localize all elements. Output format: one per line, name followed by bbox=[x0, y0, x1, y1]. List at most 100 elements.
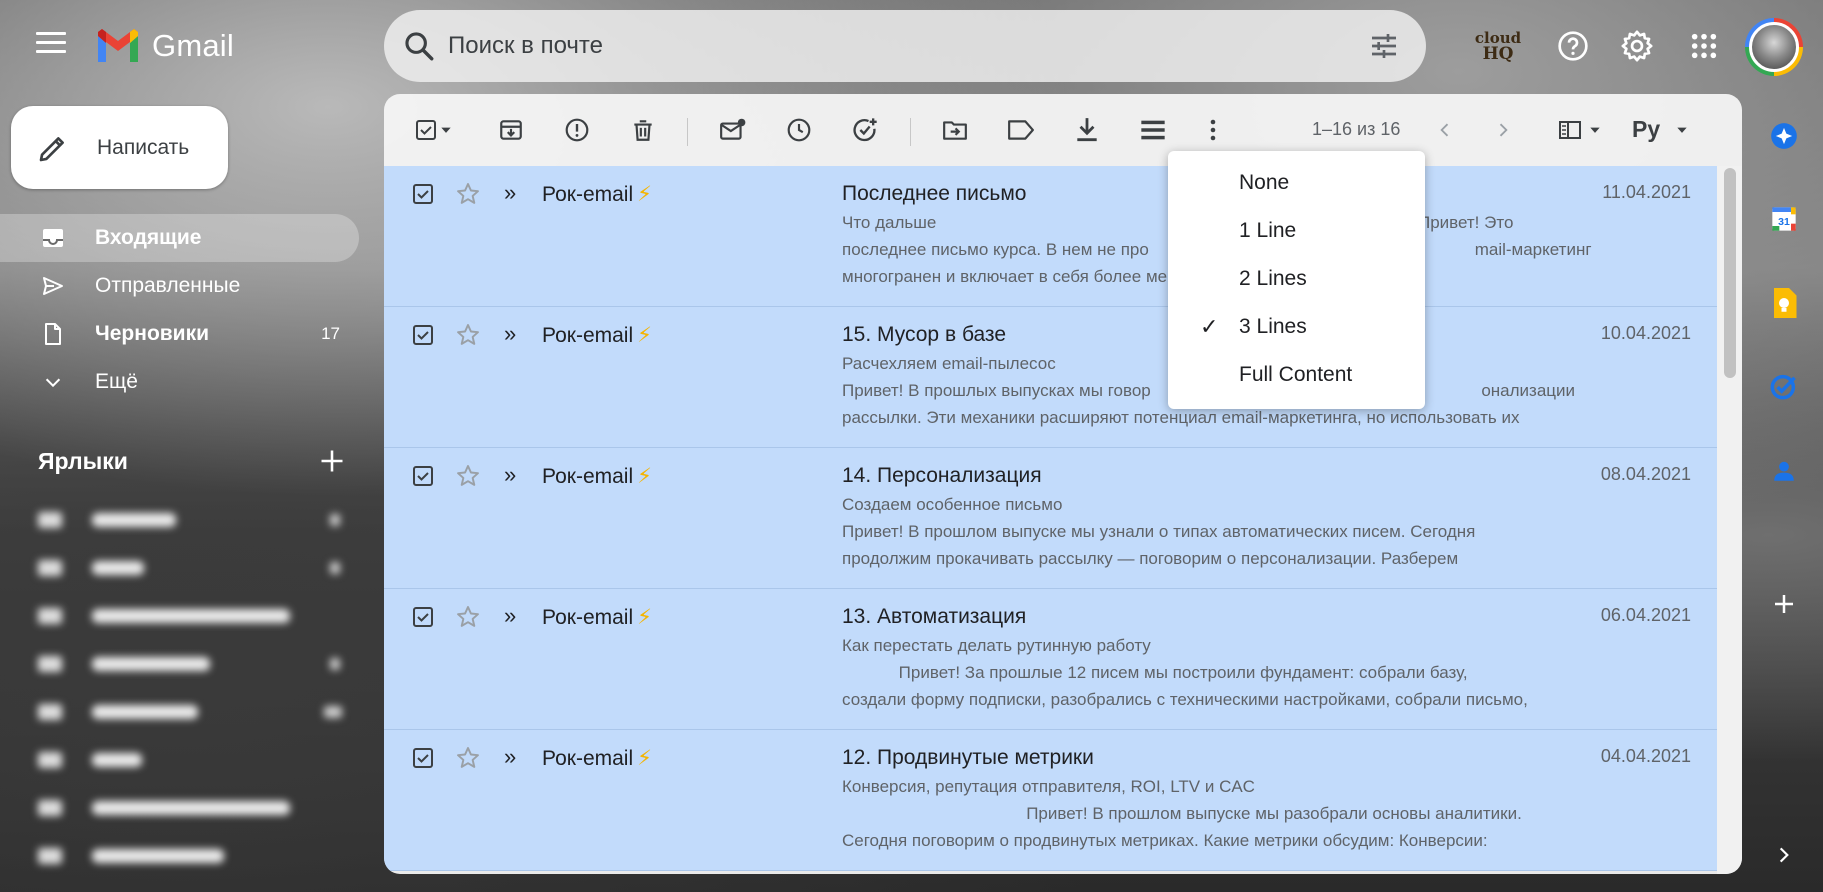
cloudhq-line2: HQ bbox=[1482, 44, 1514, 64]
sidebar-item-more[interactable]: Ещё bbox=[0, 358, 360, 406]
get-addons-button[interactable] bbox=[1768, 588, 1800, 620]
help-icon bbox=[1558, 31, 1588, 61]
gmail-logo[interactable]: Gmail bbox=[94, 28, 234, 64]
sidebar-label-item[interactable] bbox=[38, 553, 340, 583]
importance-marker-icon[interactable]: » bbox=[504, 321, 516, 347]
snippet-text: Что дальше bbox=[842, 213, 937, 232]
mark-unread-button[interactable] bbox=[715, 112, 751, 148]
scrollbar[interactable] bbox=[1717, 166, 1742, 874]
clock-icon bbox=[787, 118, 811, 142]
density-option-none[interactable]: None bbox=[1168, 159, 1425, 207]
add-task-icon bbox=[853, 118, 877, 142]
show-side-panel-button[interactable] bbox=[1768, 839, 1800, 871]
main-menu-button[interactable] bbox=[36, 32, 66, 54]
email-date: 04.04.2021 bbox=[1600, 746, 1691, 766]
add-to-tasks-button[interactable] bbox=[847, 112, 883, 148]
settings-button[interactable] bbox=[1617, 18, 1657, 74]
scrollbar-thumb[interactable] bbox=[1724, 168, 1736, 378]
sidebar-item-drafts[interactable]: Черновики 17 bbox=[0, 310, 360, 358]
keep-side-button[interactable] bbox=[1768, 287, 1800, 319]
label-text bbox=[92, 753, 142, 767]
label-icon bbox=[38, 800, 62, 816]
tasks-icon bbox=[1770, 374, 1796, 400]
delete-button[interactable] bbox=[625, 112, 661, 148]
snippet-text: Создаем особенное письмо bbox=[842, 495, 1063, 514]
sidebar-item-inbox[interactable]: Входящие bbox=[0, 214, 359, 262]
email-sender: Рок-email ⚡ bbox=[542, 746, 652, 771]
sender-name: Рок-email bbox=[542, 747, 634, 770]
search-options-icon[interactable] bbox=[1368, 30, 1400, 62]
email-date: 10.04.2021 bbox=[1600, 323, 1691, 343]
move-to-button[interactable] bbox=[937, 112, 973, 148]
input-language-button[interactable]: Ру bbox=[1632, 116, 1689, 143]
labels-button[interactable] bbox=[1003, 112, 1039, 148]
report-spam-button[interactable] bbox=[559, 112, 595, 148]
help-button[interactable] bbox=[1553, 18, 1593, 74]
email-row[interactable]: » Рок-email ⚡ 15. Мусор в базе Расчехляем em… bbox=[384, 307, 1717, 448]
snooze-button[interactable] bbox=[781, 112, 817, 148]
account-avatar[interactable] bbox=[1745, 18, 1803, 76]
importance-marker-icon[interactable]: » bbox=[504, 603, 516, 629]
density-option-3-lines[interactable]: ✓ 3 Lines bbox=[1168, 303, 1425, 351]
contacts-icon bbox=[1774, 461, 1794, 481]
calendar-icon: 31 bbox=[1772, 207, 1796, 231]
star-icon[interactable] bbox=[455, 463, 481, 489]
sidebar-item-sent[interactable]: Отправленные bbox=[0, 262, 360, 310]
sidebar-item-label: Ещё bbox=[95, 370, 138, 393]
star-icon[interactable] bbox=[455, 745, 481, 771]
density-option-2-lines[interactable]: 2 Lines bbox=[1168, 255, 1425, 303]
checkmark-icon: ✓ bbox=[1200, 314, 1219, 339]
trash-icon bbox=[634, 120, 652, 141]
star-icon[interactable] bbox=[455, 181, 481, 207]
row-checkbox-icon[interactable] bbox=[411, 323, 435, 347]
cloudhq-button[interactable]: cloud HQ bbox=[1472, 18, 1524, 74]
sidebar-label-item[interactable] bbox=[38, 745, 142, 775]
sidebar-label-item[interactable] bbox=[38, 601, 290, 631]
row-checkbox-icon[interactable] bbox=[411, 464, 435, 488]
importance-marker-icon[interactable]: » bbox=[504, 462, 516, 488]
sidebar-label-item[interactable] bbox=[38, 697, 342, 727]
email-snippet-line-2: Привет! В прошлом выпуске мы разобрали о… bbox=[842, 804, 1522, 823]
gmail-wordmark: Gmail bbox=[152, 28, 234, 63]
next-page-button[interactable] bbox=[1485, 112, 1521, 148]
row-checkbox-icon[interactable] bbox=[411, 746, 435, 770]
more-actions-button[interactable] bbox=[1195, 112, 1231, 148]
row-checkbox-icon[interactable] bbox=[411, 182, 435, 206]
importance-marker-icon[interactable]: » bbox=[504, 744, 516, 770]
label-text bbox=[92, 849, 224, 863]
row-checkbox-icon[interactable] bbox=[411, 605, 435, 629]
split-pane-button[interactable] bbox=[1550, 112, 1610, 148]
density-option-1-line[interactable]: 1 Line bbox=[1168, 207, 1425, 255]
select-dropdown-button[interactable] bbox=[434, 112, 458, 148]
search-input[interactable] bbox=[448, 32, 1328, 60]
contacts-side-button[interactable] bbox=[1768, 455, 1800, 487]
sidebar-label-item[interactable] bbox=[38, 793, 290, 823]
download-button[interactable] bbox=[1069, 112, 1105, 148]
search-bar[interactable] bbox=[384, 10, 1426, 82]
add-label-icon[interactable] bbox=[318, 447, 346, 475]
archive-button[interactable] bbox=[493, 112, 529, 148]
search-icon[interactable] bbox=[402, 29, 436, 63]
density-option-full-content[interactable]: Full Content bbox=[1168, 351, 1425, 399]
star-icon[interactable] bbox=[455, 604, 481, 630]
labels-heading: Ярлыки bbox=[38, 448, 128, 474]
google-apps-button[interactable] bbox=[1684, 18, 1724, 74]
calendar-side-button[interactable]: 31 bbox=[1768, 203, 1800, 235]
email-row[interactable]: » Рок-email ⚡ Последнее письмо Что дальше При… bbox=[384, 166, 1717, 307]
gemini-side-button[interactable] bbox=[1768, 120, 1800, 152]
email-snippet-line-2: Привет! В прошлом выпуске мы узнали о ти… bbox=[842, 522, 1476, 541]
email-row[interactable]: » Рок-email ⚡ 13. Автоматизация Как перестат… bbox=[384, 589, 1717, 730]
email-subject: 13. Автоматизация bbox=[842, 605, 1027, 628]
email-row[interactable]: » Рок-email ⚡ 14. Персонализация Создаем осо… bbox=[384, 448, 1717, 589]
compose-button[interactable]: Написать bbox=[11, 106, 228, 189]
email-row[interactable]: » Рок-email ⚡ 12. Продвинутые метрики Конвер… bbox=[384, 730, 1717, 871]
email-sender: Рок-email ⚡ bbox=[542, 182, 652, 207]
star-icon[interactable] bbox=[455, 322, 481, 348]
sidebar-label-item[interactable] bbox=[38, 649, 340, 679]
sidebar-label-item[interactable] bbox=[38, 505, 340, 535]
sidebar-label-item[interactable] bbox=[38, 841, 224, 871]
previous-page-button[interactable] bbox=[1427, 112, 1463, 148]
importance-marker-icon[interactable]: » bbox=[504, 180, 516, 206]
tasks-side-button[interactable] bbox=[1768, 370, 1800, 402]
density-button[interactable] bbox=[1135, 112, 1171, 148]
